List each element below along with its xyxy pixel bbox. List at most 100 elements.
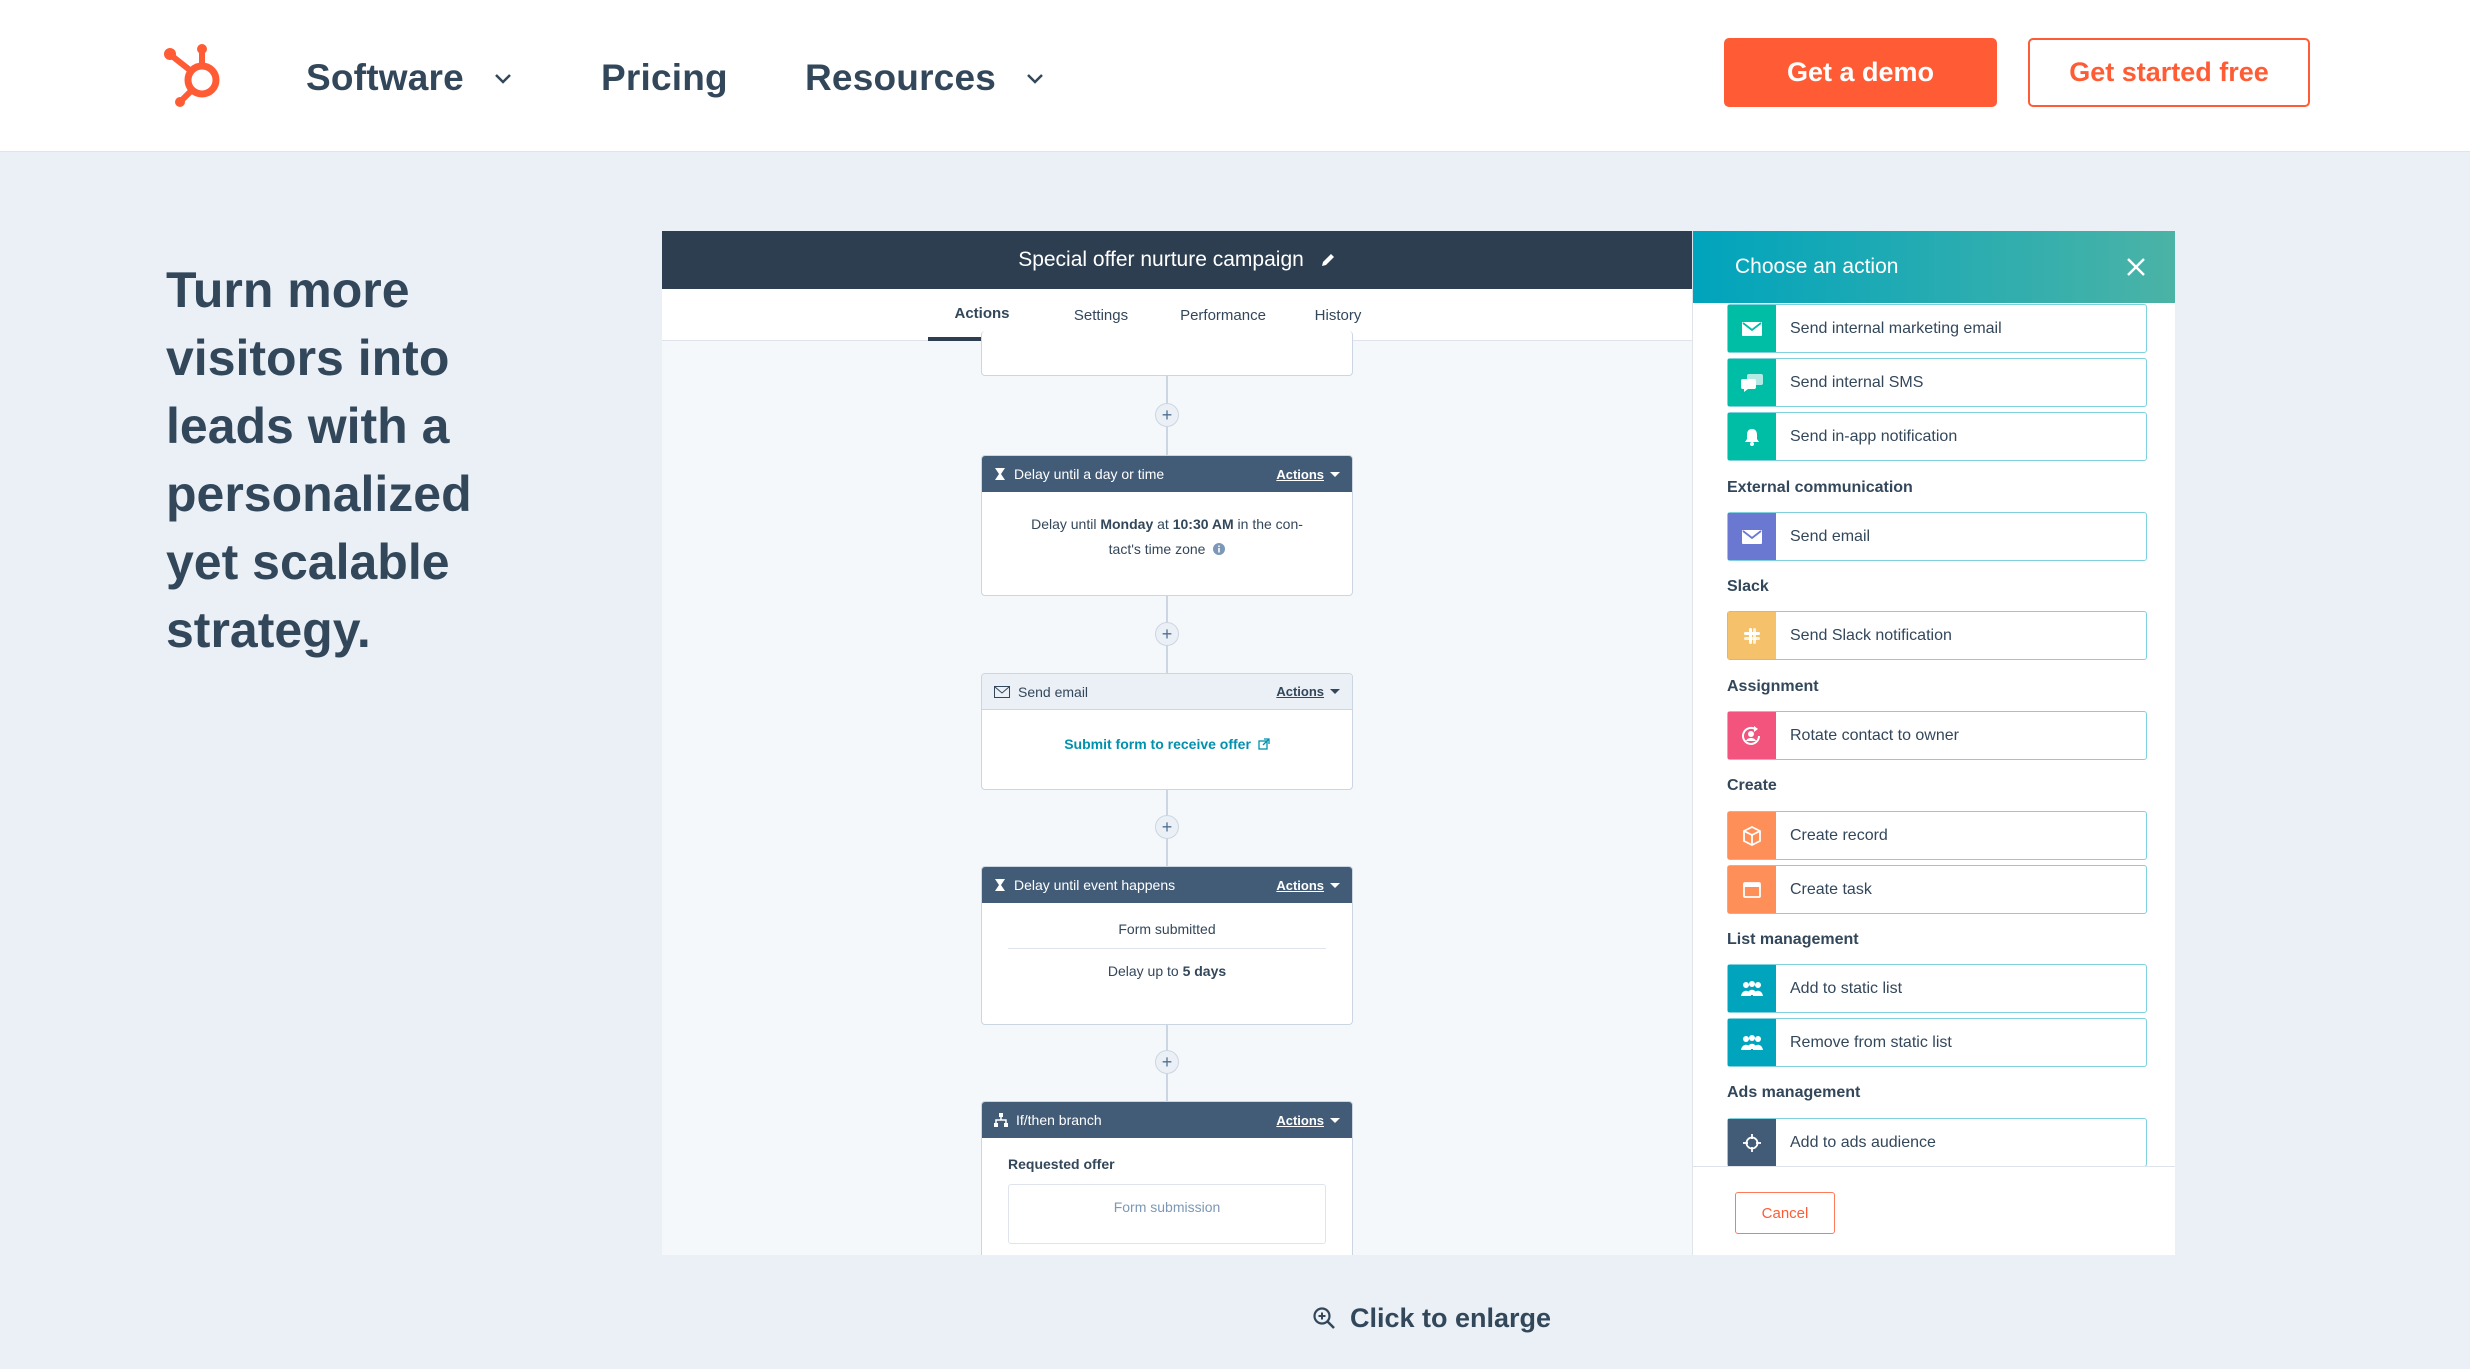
action-send-slack-notification[interactable]: Send Slack notification [1727,611,2147,660]
email-icon [1728,305,1776,352]
card-title: If/then branch [1016,1112,1102,1128]
people-icon [1728,1019,1776,1066]
cancel-button[interactable]: Cancel [1735,1192,1835,1234]
panel-footer: Cancel [1693,1166,2175,1255]
hourglass-icon [995,468,1005,480]
card-actions-label: Actions [1276,684,1324,699]
action-label: Add to ads audience [1790,1133,1936,1151]
card-actions-label: Actions [1276,877,1324,893]
delay-day: Monday [1100,516,1154,532]
card-actions-label: Actions [1276,1112,1324,1128]
nav-resources-label: Resources [805,57,997,98]
text: in the con- [1233,516,1303,532]
delay-time: 10:30 AM [1172,516,1234,532]
action-label: Add to static list [1790,979,1903,997]
card-title: Send email [1018,683,1089,700]
action-label: Send email [1790,527,1871,545]
delay-event-card[interactable]: Delay until event happens Actions Form s… [981,866,1353,1025]
target-icon [1728,1119,1776,1166]
action-add-to-static-list[interactable]: Add to static list [1727,964,2147,1013]
action-label: Send in-app notification [1790,427,1958,445]
text: at [1153,516,1173,532]
section-list-management: List management [1727,931,1859,948]
hero-headline: Turn more visitors into leads with a per… [166,262,472,658]
action-label: Send Slack notification [1790,626,1952,644]
action-send-internal-email[interactable]: Send internal marketing email [1727,304,2147,353]
card-body: Form submitted Delay up to 5 days [982,903,1352,1000]
hourglass-icon [995,879,1005,891]
action-label: Create record [1790,826,1888,844]
bell-icon [1728,413,1776,460]
action-add-to-ads-audience[interactable]: Add to ads audience [1727,1118,2147,1167]
card-actions-menu[interactable]: Actions [1276,467,1340,482]
get-started-free-button[interactable]: Get started free [2028,38,2310,107]
card-actions-label: Actions [1276,466,1324,482]
action-remove-from-static-list[interactable]: Remove from static list [1727,1018,2147,1067]
pencil-icon [1321,254,1334,266]
card-header: If/then branch Actions [982,1102,1352,1138]
branch-icon [994,1113,1008,1127]
card-actions-menu[interactable]: Actions [1276,878,1340,893]
branch-condition-text: Form submission [1113,1199,1221,1215]
slack-icon [1728,612,1776,659]
workflow-screenshot[interactable]: Special offer nurture campaign Actions S… [662,231,2175,1255]
card-title: Delay until event happens [1014,877,1176,893]
action-label: Send internal SMS [1790,373,1924,391]
nav-pricing-label: Pricing [601,57,728,98]
card-body: Delay until Monday at 10:30 AM in the co… [982,492,1352,578]
chevron-down-icon [494,74,511,84]
text: tact's time zone [1108,541,1206,557]
people-icon [1728,965,1776,1012]
branch-condition: Form submission [1008,1184,1326,1244]
card-title: Delay until a day or time [1014,466,1165,482]
previous-step-card[interactable] [981,331,1353,376]
action-label: Remove from static list [1790,1033,1952,1051]
email-icon [994,685,1010,698]
zoom-in-icon [1313,1307,1335,1329]
card-actions-menu[interactable]: Actions [1276,1113,1340,1128]
section-ads-management: Ads management [1727,1084,1861,1101]
cube-icon [1728,812,1776,859]
chevron-down-icon [1027,74,1043,84]
send-email-card[interactable]: Send email Actions Submit form to receiv… [981,673,1353,790]
section-assignment: Assignment [1727,678,1819,695]
email-icon [1728,513,1776,560]
action-send-internal-sms[interactable]: Send internal SMS [1727,358,2147,407]
add-step-button[interactable]: + [1155,815,1179,839]
add-step-button[interactable]: + [1155,403,1179,427]
text: Delay up to [1107,963,1183,979]
card-header: Delay until event happens Actions [982,867,1352,903]
hubspot-logo-icon[interactable] [162,40,230,108]
nav-resources[interactable]: Resources [805,48,1046,108]
chat-icon [1728,359,1776,406]
add-step-button[interactable]: + [1155,622,1179,646]
card-header: Send email Actions [982,674,1352,710]
email-link[interactable]: Submit form to receive offer [1064,736,1251,752]
rotate-user-icon [1728,712,1776,759]
close-icon[interactable] [2122,253,2150,281]
branch-label: Requested offer [1008,1156,1115,1172]
enlarge-label: Click to enlarge [1350,1302,1552,1333]
site-header: Software Pricing Resources Get a demo Ge… [0,0,2470,152]
event-name: Form submitted [1008,917,1326,949]
delay-line-1: Delay until Monday at 10:30 AM in the co… [998,512,1336,537]
action-rotate-contact[interactable]: Rotate contact to owner [1727,711,2147,760]
panel-title: Choose an action [1735,255,1899,278]
delay-line-2: tact's time zone [998,537,1336,562]
choose-action-panel: Choose an action Send internal marketing… [1692,231,2175,1255]
action-create-record[interactable]: Create record [1727,811,2147,860]
card-actions-menu[interactable]: Actions [1276,684,1340,699]
branch-card[interactable]: If/then branch Actions Requested offer F… [981,1101,1353,1255]
action-send-email[interactable]: Send email [1727,512,2147,561]
action-send-in-app-notification[interactable]: Send in-app notification [1727,412,2147,461]
click-to-enlarge[interactable]: Click to enlarge [1312,1298,1551,1338]
get-demo-button[interactable]: Get a demo [1724,38,1997,107]
action-label: Rotate contact to owner [1790,726,1959,744]
action-create-task[interactable]: Create task [1727,865,2147,914]
info-icon[interactable] [1213,543,1226,555]
delay-time-card[interactable]: Delay until a day or time Actions Delay … [981,455,1353,596]
action-label: Create task [1790,880,1872,898]
nav-software[interactable]: Software [306,48,514,108]
nav-pricing[interactable]: Pricing [601,48,728,108]
add-step-button[interactable]: + [1155,1050,1179,1074]
